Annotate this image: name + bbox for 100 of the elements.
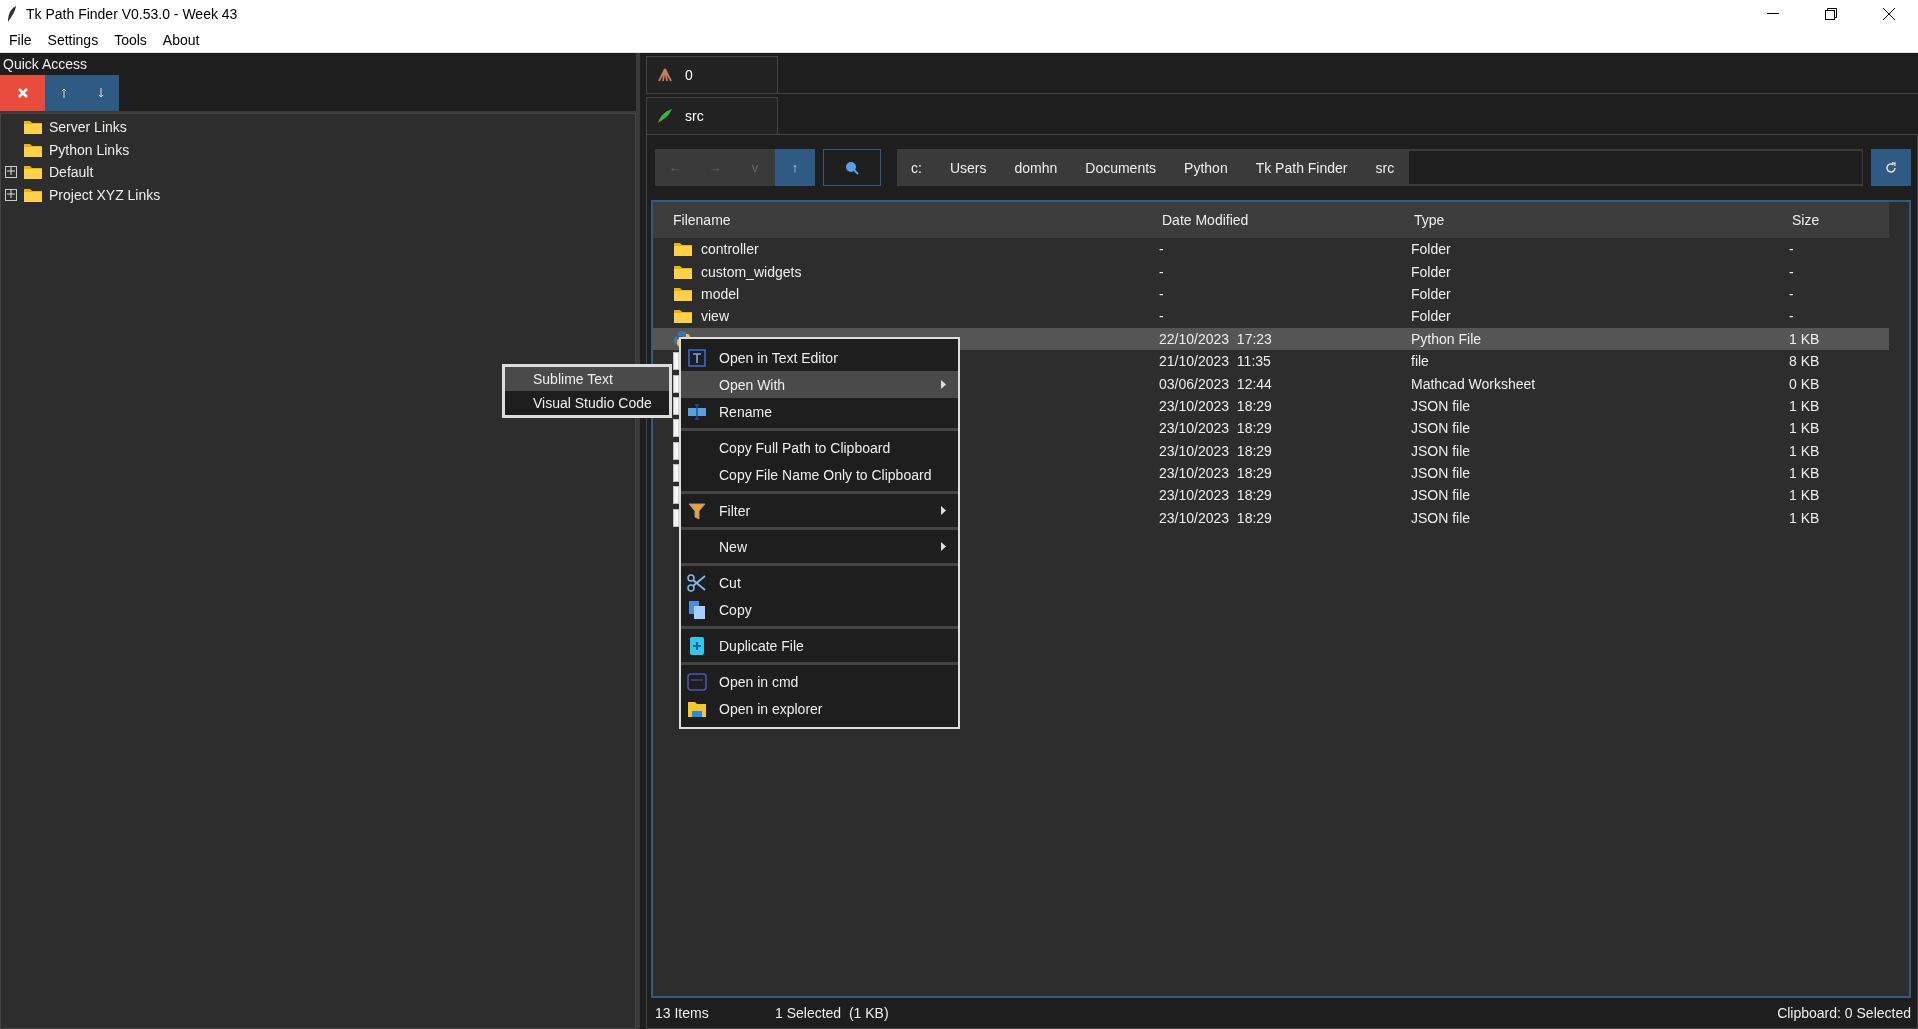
menu-item[interactable]: Sublime Text xyxy=(505,367,669,391)
folder-icon xyxy=(673,263,693,280)
size-cell-text: 1 KB xyxy=(1788,442,1821,459)
size-cell-text: 1 KB xyxy=(1788,465,1821,482)
tab[interactable]: src xyxy=(646,97,778,134)
menu-item[interactable]: Cut xyxy=(681,569,958,596)
menu-item[interactable]: Rename xyxy=(681,398,958,425)
menu-item[interactable]: About xyxy=(155,32,209,48)
type-cell-text: JSON file xyxy=(1410,487,1472,504)
search-button[interactable] xyxy=(823,149,881,186)
date-cell-text: 23/10/2023 18:29 xyxy=(1158,442,1273,459)
size-cell-text: 1 KB xyxy=(1788,509,1821,526)
breadcrumb[interactable]: Python xyxy=(1170,149,1242,186)
date-cell-text: - xyxy=(1158,263,1165,280)
refresh-button[interactable] xyxy=(1871,149,1911,186)
menu-item[interactable]: Open in cmd xyxy=(681,668,958,695)
date-cell-text: 22/10/2023 17:23 xyxy=(1158,330,1273,347)
menu-item[interactable]: File xyxy=(2,32,41,48)
type-cell-text: file xyxy=(1410,353,1430,370)
date-cell-text: - xyxy=(1158,308,1165,325)
text-t-icon xyxy=(687,347,707,368)
menu-item[interactable]: Tools xyxy=(107,32,156,48)
size-cell-text: - xyxy=(1788,285,1795,302)
folder-icon xyxy=(23,141,43,158)
submenu-arrow-icon xyxy=(941,380,946,389)
menu-item[interactable]: Open in explorer xyxy=(681,695,958,722)
tree-roots-icon xyxy=(657,68,673,82)
size-cell-text: 1 KB xyxy=(1788,420,1821,437)
menu-item[interactable]: Visual Studio Code xyxy=(505,391,669,415)
path-field[interactable] xyxy=(1408,150,1863,185)
type-cell-text: JSON file xyxy=(1410,420,1472,437)
clipboard-info: Clipboard: 0 Selected xyxy=(1777,1005,1911,1021)
close-icon xyxy=(17,88,28,98)
folder-icon xyxy=(23,164,43,181)
folder-icon xyxy=(23,119,43,136)
type-cell-text: Folder xyxy=(1410,263,1452,280)
breadcrumb[interactable]: Documents xyxy=(1071,149,1171,186)
size-cell-text: 0 KB xyxy=(1788,375,1821,392)
menu-item[interactable]: Copy Full Path to Clipboard xyxy=(681,434,958,461)
expander-icon[interactable] xyxy=(5,188,17,201)
size-cell-text: 1 KB xyxy=(1788,487,1821,504)
file-name: view xyxy=(701,308,729,325)
tree-item[interactable]: Server Links xyxy=(49,119,127,136)
menu-item[interactable]: Filter xyxy=(681,497,958,524)
size-cell-text: - xyxy=(1788,308,1795,325)
duplicate-file-icon xyxy=(688,635,706,656)
type-cell-text: JSON file xyxy=(1410,509,1472,526)
expander-icon[interactable] xyxy=(5,166,17,179)
scissors-icon xyxy=(687,572,707,593)
folder-icon xyxy=(673,285,693,302)
feather-icon xyxy=(6,5,18,23)
window-title: Tk Path Finder V0.53.0 - Week 43 xyxy=(26,6,239,22)
folder-icon xyxy=(673,241,693,258)
panel-title: Quick Access xyxy=(2,55,89,74)
item-count: 13 Items xyxy=(655,1005,710,1021)
date-cell-text: 23/10/2023 18:29 xyxy=(1158,509,1273,526)
menu-item[interactable]: Copy xyxy=(681,596,958,623)
folder-icon xyxy=(687,699,707,718)
feather-icon xyxy=(657,108,673,124)
column-header[interactable]: Type xyxy=(1394,212,1772,228)
close-icon[interactable] xyxy=(1883,8,1895,20)
copy-icon xyxy=(687,599,707,620)
breadcrumb[interactable]: Tk Path Finder xyxy=(1241,149,1362,186)
type-cell-text: Python File xyxy=(1410,330,1483,347)
terminal-icon xyxy=(687,672,707,691)
menu-item[interactable]: Open in Text Editor xyxy=(681,344,958,371)
size-cell-text: 8 KB xyxy=(1788,353,1821,370)
date-cell-text: 03/06/2023 12:44 xyxy=(1158,375,1273,392)
column-header[interactable]: Date Modified xyxy=(1142,212,1394,228)
folder-icon xyxy=(673,308,693,325)
tree-item[interactable]: Project XYZ Links xyxy=(49,186,161,203)
date-cell-text: 23/10/2023 18:29 xyxy=(1158,397,1273,414)
delete-button[interactable] xyxy=(0,75,45,111)
nav-button[interactable]: ↑ xyxy=(775,149,815,186)
type-cell-text: Folder xyxy=(1410,241,1452,258)
date-cell-text: 21/10/2023 11:35 xyxy=(1158,353,1272,370)
file-name: model xyxy=(701,285,740,302)
arrow-up-icon xyxy=(60,87,67,98)
minimize-icon[interactable] xyxy=(1767,13,1779,15)
restore-icon[interactable] xyxy=(1825,8,1837,20)
breadcrumb[interactable]: Users xyxy=(935,149,1001,186)
tree-item[interactable]: Python Links xyxy=(49,141,130,158)
date-cell-text: 23/10/2023 18:29 xyxy=(1158,487,1273,504)
search-icon xyxy=(845,160,859,175)
date-cell-text: - xyxy=(1158,285,1165,302)
menu-item[interactable]: Copy File Name Only to Clipboard xyxy=(681,461,958,488)
menu-item[interactable]: Open With xyxy=(681,371,958,398)
tab[interactable]: 0 xyxy=(646,56,778,93)
submenu-arrow-icon xyxy=(941,542,946,551)
breadcrumb[interactable]: c: xyxy=(897,149,936,186)
menu-item[interactable]: Duplicate File xyxy=(681,632,958,659)
breadcrumb[interactable]: src xyxy=(1361,149,1409,186)
column-header[interactable]: Filename xyxy=(653,212,1142,228)
type-cell-text: JSON file xyxy=(1410,465,1472,482)
menu-item[interactable]: Settings xyxy=(40,32,108,48)
column-header[interactable]: Size xyxy=(1772,212,1889,228)
tree-item[interactable]: Default xyxy=(49,164,94,181)
menu-item[interactable]: New xyxy=(681,533,958,560)
file-name: controller xyxy=(701,241,759,258)
breadcrumb[interactable]: domhn xyxy=(1000,149,1072,186)
